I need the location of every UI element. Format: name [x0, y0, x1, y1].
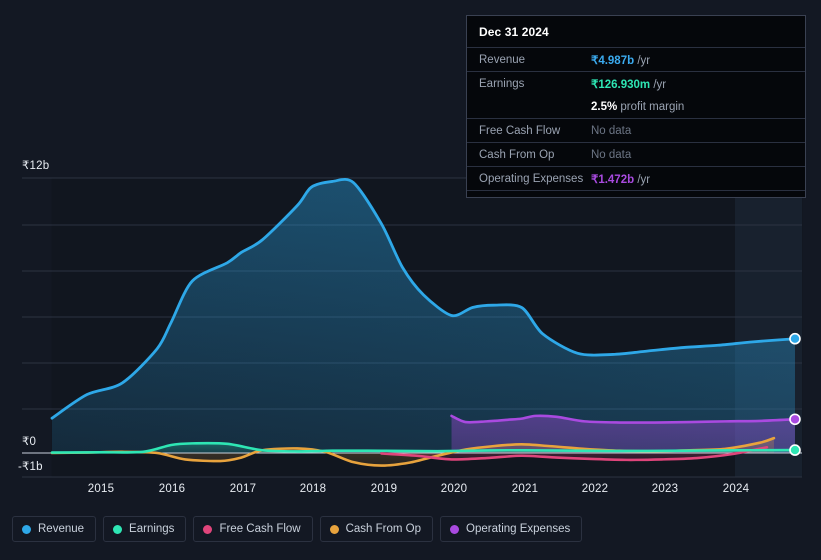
tooltip-row-amount: ₹1.472b: [591, 173, 635, 186]
x-axis-tick-2022: 2022: [581, 483, 609, 495]
tooltip-row-value: ₹4.987b /yr: [591, 53, 650, 67]
legend-color-dot-icon: [329, 524, 339, 534]
tooltip-row-value: 2.5% profit margin: [591, 101, 684, 113]
tooltip-row-unit: /yr: [650, 78, 667, 91]
tooltip-footer-rule: [467, 190, 805, 197]
y-axis-label-zero: ₹0: [22, 436, 37, 448]
x-axis-tick-2021: 2021: [511, 483, 539, 495]
tooltip-row-amount: No data: [591, 148, 632, 161]
legend-color-dot-icon: [450, 524, 460, 534]
tooltip-row-label: Cash From Op: [479, 148, 555, 161]
tooltip-date: Dec 31 2024: [479, 25, 549, 39]
tooltip-rows: Revenue ₹4.987b /yr Earnings ₹126.930m /yr 2…: [467, 47, 805, 190]
tooltip-row-profit-margin: 2.5% profit margin: [467, 95, 805, 118]
legend-item-label: Revenue: [38, 523, 85, 535]
x-axis-tick-2023: 2023: [651, 483, 679, 495]
tooltip-row-value: No data: [591, 125, 631, 137]
x-axis-tick-2015: 2015: [87, 483, 115, 495]
chart-legend: Revenue Earnings Free Cash Flow Cash From O…: [12, 516, 583, 542]
y-axis-label-negative: -₹1b: [18, 461, 43, 473]
tooltip-row-label: Earnings: [479, 77, 525, 90]
legend-item-free-cash-flow[interactable]: Free Cash Flow: [193, 516, 313, 542]
tooltip-row-amount: 2.5%: [591, 100, 618, 113]
tooltip-row-label: Revenue: [479, 53, 526, 66]
tooltip-row-amount: No data: [591, 124, 632, 137]
chart-screenshot: ₹12b ₹0 -₹1b 2015 2016 2017 2018 2019 2020 202…: [0, 0, 821, 560]
tooltip-row-label: Operating Expenses: [479, 172, 584, 185]
tooltip-row-earnings: Earnings ₹126.930m /yr: [467, 71, 805, 95]
data-tooltip: Dec 31 2024 Revenue ₹4.987b /yr Earnings ₹1…: [466, 15, 806, 198]
legend-item-label: Operating Expenses: [466, 523, 571, 535]
tooltip-row-free-cash-flow: Free Cash Flow No data: [467, 118, 805, 142]
tooltip-row-value: No data: [591, 149, 631, 161]
x-axis-tick-2018: 2018: [299, 483, 327, 495]
tooltip-row-value: ₹126.930m /yr: [591, 77, 666, 91]
legend-color-dot-icon: [22, 524, 31, 534]
x-axis-tick-2020: 2020: [440, 483, 468, 495]
tooltip-row-value: ₹1.472b /yr: [591, 172, 650, 186]
legend-item-label: Earnings: [129, 523, 175, 535]
tooltip-row-amount: ₹4.987b: [591, 54, 635, 67]
tooltip-row-unit: profit margin: [617, 100, 685, 113]
tooltip-row-operating-expenses: Operating Expenses ₹1.472b /yr: [467, 166, 805, 190]
tooltip-row-revenue: Revenue ₹4.987b /yr: [467, 47, 805, 71]
x-axis-tick-2016: 2016: [158, 483, 186, 495]
legend-color-dot-icon: [113, 524, 123, 534]
x-axis-tick-2017: 2017: [229, 483, 257, 495]
legend-item-operating-expenses[interactable]: Operating Expenses: [440, 516, 583, 542]
legend-item-label: Cash From Op: [345, 523, 422, 535]
tooltip-row-unit: /yr: [634, 54, 651, 67]
x-axis-tick-2019: 2019: [370, 483, 398, 495]
y-axis-label-top: ₹12b: [22, 160, 50, 172]
legend-item-revenue[interactable]: Revenue: [12, 516, 97, 542]
legend-color-dot-icon: [203, 524, 213, 534]
x-axis-labels: 2015 2016 2017 2018 2019 2020 2021 2022 2023 2024: [0, 483, 821, 503]
tooltip-row-label: Free Cash Flow: [479, 124, 561, 137]
legend-item-cash-from-op[interactable]: Cash From Op: [319, 516, 434, 542]
legend-item-earnings[interactable]: Earnings: [103, 516, 187, 542]
tooltip-row-amount: ₹126.930m: [591, 78, 651, 91]
legend-item-label: Free Cash Flow: [219, 523, 301, 535]
tooltip-row-cash-from-op: Cash From Op No data: [467, 142, 805, 166]
x-axis-tick-2024: 2024: [722, 483, 750, 495]
tooltip-row-unit: /yr: [634, 173, 651, 186]
